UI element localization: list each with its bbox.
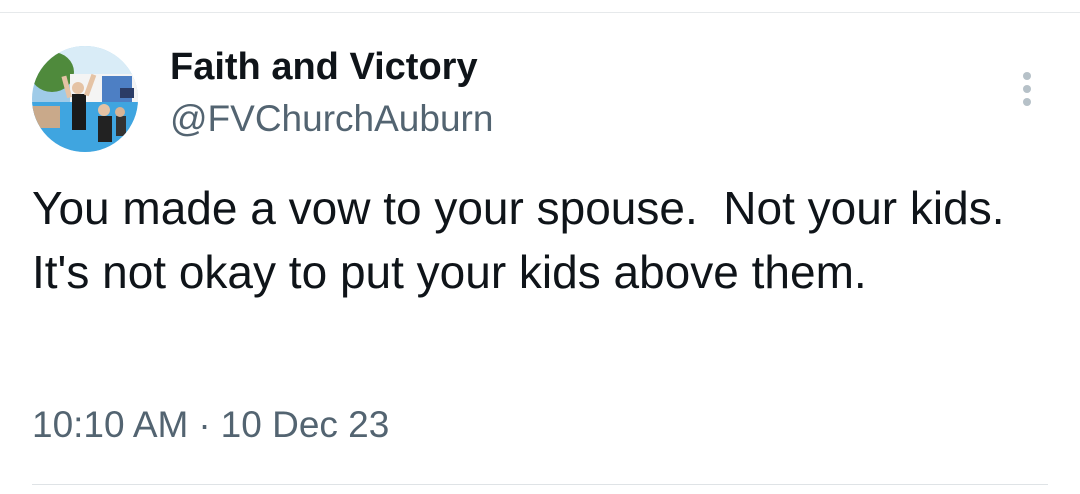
- top-divider: [0, 12, 1080, 13]
- tweet-timestamp: 10:10 AM · 10 Dec 23: [32, 404, 389, 446]
- author-display-name[interactable]: Faith and Victory: [170, 46, 478, 89]
- more-vertical-icon: [1023, 72, 1031, 106]
- tweet-time[interactable]: 10:10 AM: [32, 404, 188, 445]
- author-handle[interactable]: @FVChurchAuburn: [170, 98, 493, 140]
- tweet-date[interactable]: 10 Dec 23: [221, 404, 390, 445]
- meta-separator: ·: [198, 404, 211, 445]
- bottom-divider: [32, 484, 1048, 485]
- tweet-text: You made a vow to your spouse. Not your …: [32, 182, 1031, 298]
- more-options-button[interactable]: [1004, 66, 1050, 112]
- avatar[interactable]: [32, 46, 138, 152]
- avatar-photo-icon: [32, 46, 138, 152]
